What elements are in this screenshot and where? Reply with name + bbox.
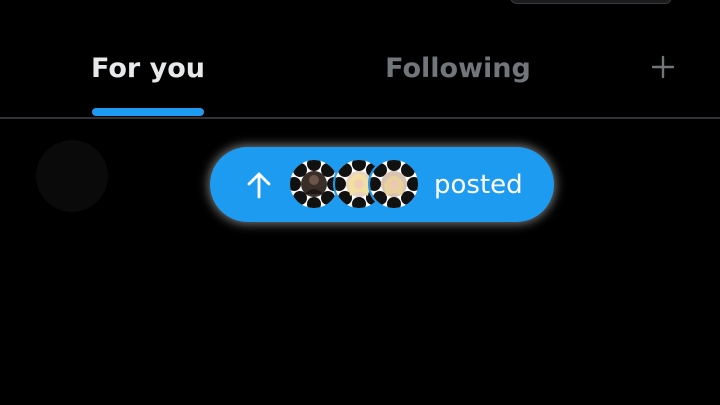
- tab-bar-divider: [0, 117, 720, 119]
- new-posts-button[interactable]: posted: [210, 147, 554, 222]
- new-posts-label: posted: [434, 170, 523, 200]
- tab-for-you-label: For you: [91, 52, 205, 84]
- arrow-up-icon: [247, 172, 271, 199]
- timeline-tab-bar: For you Following: [0, 0, 720, 118]
- tab-for-you[interactable]: For you: [78, 46, 218, 90]
- active-tab-indicator: [92, 108, 204, 116]
- poster-avatar: [368, 158, 420, 210]
- home-timeline-screen: For you Following posted: [0, 0, 720, 405]
- plus-icon[interactable]: [648, 52, 678, 82]
- tab-following-label: Following: [385, 52, 531, 84]
- faded-post-avatar: [36, 140, 108, 212]
- tab-following[interactable]: Following: [378, 46, 538, 90]
